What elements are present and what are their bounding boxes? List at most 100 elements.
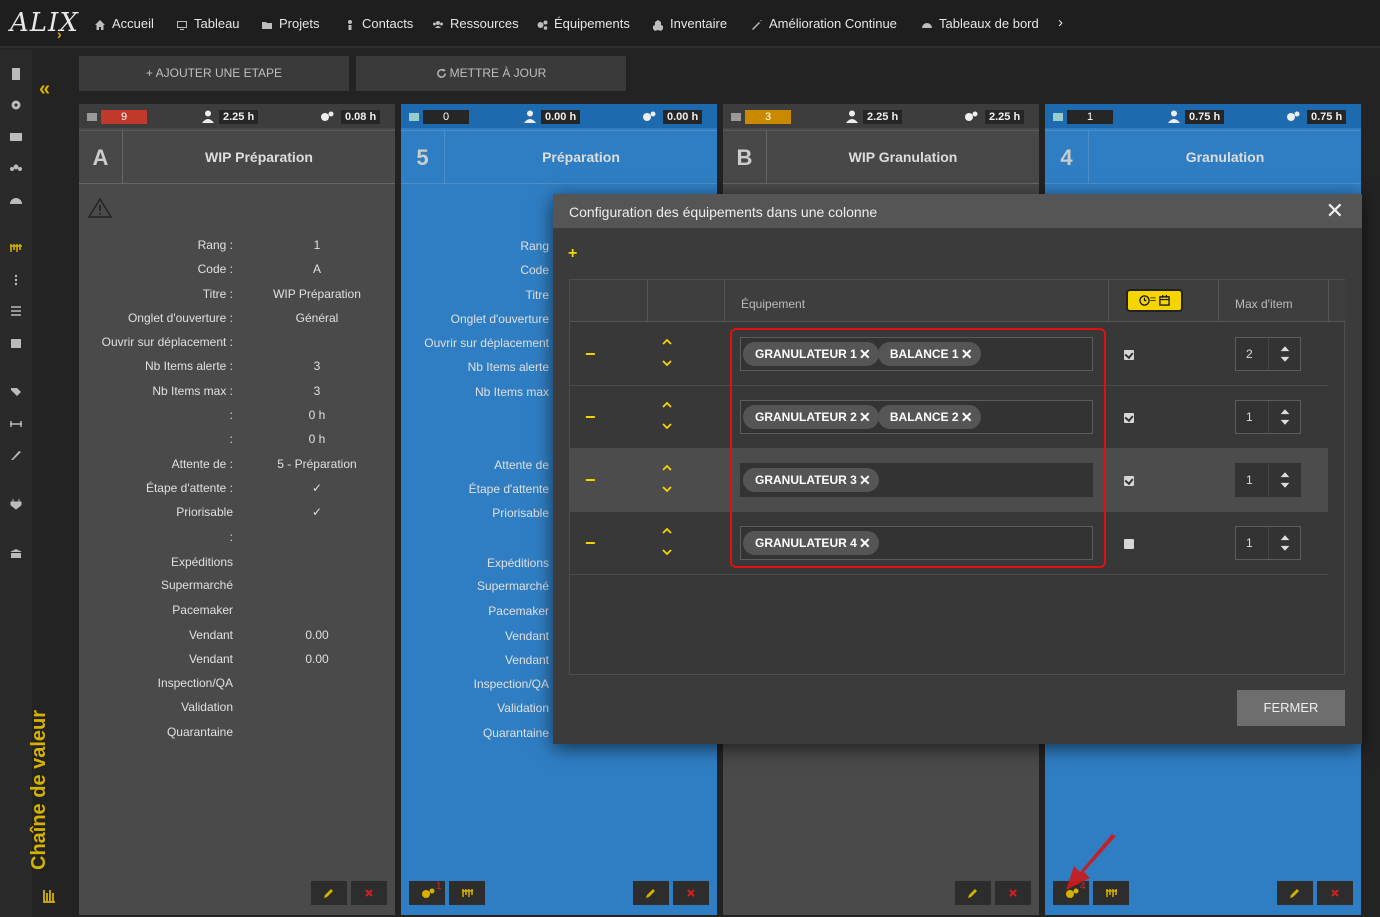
- nav-label: Accueil: [112, 16, 154, 31]
- property-value: WIP Préparation: [273, 287, 361, 301]
- remove-row-button[interactable]: −: [585, 533, 596, 554]
- clock-calendar-checkbox[interactable]: [1124, 350, 1134, 360]
- nav-ressources[interactable]: Ressources: [432, 16, 519, 31]
- add-step-button[interactable]: + AJOUTER UNE ETAPE: [79, 56, 349, 91]
- refresh-icon: [436, 68, 446, 79]
- tag-icon[interactable]: [9, 386, 23, 398]
- property-value: ✓: [311, 505, 323, 519]
- nav-contacts[interactable]: Contacts: [344, 16, 413, 31]
- edit-button[interactable]: [955, 881, 991, 905]
- inbox-icon: [409, 113, 419, 121]
- close-dialog-button[interactable]: FERMER: [1237, 690, 1345, 726]
- column-footer: [955, 881, 1035, 905]
- equipment-config-button[interactable]: 1: [409, 881, 445, 905]
- column-title-box[interactable]: 5 Préparation: [401, 130, 717, 184]
- column-name: WIP Préparation: [205, 149, 313, 165]
- property-label: Vendant: [188, 652, 233, 666]
- reorder-arrows-icon[interactable]: [661, 463, 673, 497]
- property-value: 0.00: [305, 628, 329, 642]
- list-icon[interactable]: [9, 305, 23, 317]
- highlight-box: [730, 328, 1106, 568]
- nav-inventaire[interactable]: Inventaire: [652, 16, 727, 31]
- clock-calendar-checkbox[interactable]: [1124, 476, 1134, 486]
- delete-button[interactable]: [351, 881, 387, 905]
- property-row: Nb Items alerte : 3: [79, 359, 395, 375]
- app-logo[interactable]: ALIX: [10, 8, 79, 38]
- delete-button[interactable]: [1317, 881, 1353, 905]
- person-icon: [348, 19, 352, 30]
- clock-calendar-checkbox[interactable]: [1124, 539, 1134, 549]
- chevron-right-icon[interactable]: ›: [1058, 14, 1063, 31]
- double-chevron-left-icon[interactable]: «: [39, 78, 50, 101]
- plug-icon[interactable]: [9, 498, 23, 510]
- property-value: Général: [295, 311, 339, 325]
- clock-calendar-header[interactable]: =: [1126, 289, 1183, 312]
- property-row: Supermarché: [79, 578, 395, 594]
- remove-row-button[interactable]: −: [585, 407, 596, 428]
- brush-icon[interactable]: [9, 449, 23, 461]
- edit-button[interactable]: [633, 881, 669, 905]
- nav-label: Projets: [279, 16, 320, 31]
- nav-accueil[interactable]: Accueil: [94, 16, 154, 31]
- property-label: Code :: [197, 262, 233, 276]
- update-button[interactable]: METTRE À JOUR: [356, 56, 626, 91]
- resize-icon[interactable]: [9, 418, 23, 430]
- column-title-box[interactable]: A WIP Préparation: [79, 130, 395, 184]
- vertical-dots-icon[interactable]: [9, 274, 23, 286]
- dashboard-icon[interactable]: [9, 194, 23, 206]
- property-label: :: [229, 530, 233, 544]
- clock-calendar-checkbox[interactable]: [1124, 413, 1134, 423]
- reorder-arrows-icon[interactable]: [661, 526, 673, 560]
- spinner-arrows-icon[interactable]: [1268, 401, 1301, 433]
- equipment-time: 0.75 h: [1307, 110, 1347, 124]
- column-title-box[interactable]: B WIP Granulation: [723, 130, 1039, 184]
- card-icon[interactable]: [9, 131, 23, 143]
- spinner-arrows-icon[interactable]: [1268, 338, 1301, 370]
- building-icon[interactable]: [9, 68, 23, 80]
- spinner-arrows-icon[interactable]: [1268, 464, 1301, 496]
- edit-button[interactable]: [1277, 881, 1313, 905]
- delete-button[interactable]: [995, 881, 1031, 905]
- item-count-badge: 0: [423, 110, 469, 124]
- magic-icon: [752, 19, 762, 30]
- spinner-arrows-icon[interactable]: [1268, 527, 1301, 559]
- remove-row-button[interactable]: −: [585, 470, 596, 491]
- gears-icon: [965, 111, 978, 121]
- nav-amelioration-continue[interactable]: Amélioration Continue: [751, 16, 897, 31]
- property-row: Quarantaine: [79, 725, 395, 741]
- nav-equipements[interactable]: Équipements: [536, 16, 630, 31]
- reorder-arrows-icon[interactable]: [661, 400, 673, 434]
- users-icon: [433, 20, 443, 28]
- value-chain-icon[interactable]: [9, 242, 23, 254]
- archive-icon[interactable]: [9, 337, 23, 349]
- close-icon[interactable]: ✕: [1326, 200, 1344, 222]
- max-items-input[interactable]: 1: [1235, 463, 1301, 497]
- max-items-input[interactable]: 1: [1235, 526, 1301, 560]
- nav-tableau[interactable]: Tableau: [176, 16, 240, 31]
- gears-icon: [643, 111, 656, 121]
- property-label: Titre :: [202, 287, 233, 301]
- column-title-box[interactable]: 4 Granulation: [1045, 130, 1361, 184]
- users-icon[interactable]: [9, 163, 23, 175]
- max-items-input[interactable]: 2: [1235, 337, 1301, 371]
- add-row-button[interactable]: +: [568, 245, 577, 263]
- item-count-badge: 9: [101, 110, 147, 124]
- gear-icon[interactable]: [9, 99, 23, 111]
- nav-projets[interactable]: Projets: [261, 16, 319, 31]
- calendar-icon: [1159, 294, 1170, 306]
- value-chain-button[interactable]: [449, 881, 485, 905]
- property-row: Attente de : 5 - Préparation: [79, 457, 395, 473]
- bank-icon[interactable]: [9, 548, 23, 560]
- property-row: Titre : WIP Préparation: [79, 287, 395, 303]
- annotation-arrow-icon: [1066, 834, 1116, 890]
- pencil-icon: [968, 889, 977, 898]
- nav-tableaux-de-bord[interactable]: Tableaux de bord: [921, 16, 1039, 31]
- max-items-input[interactable]: 1: [1235, 400, 1301, 434]
- column-header-stats: 0 0.00 h 0.00 h: [401, 104, 717, 128]
- edit-button[interactable]: [311, 881, 347, 905]
- reorder-arrows-icon[interactable]: [661, 337, 673, 371]
- property-row: Étape d'attente : ✓: [79, 481, 395, 497]
- delete-button[interactable]: [673, 881, 709, 905]
- clock-icon: [1139, 294, 1150, 306]
- remove-row-button[interactable]: −: [585, 344, 596, 365]
